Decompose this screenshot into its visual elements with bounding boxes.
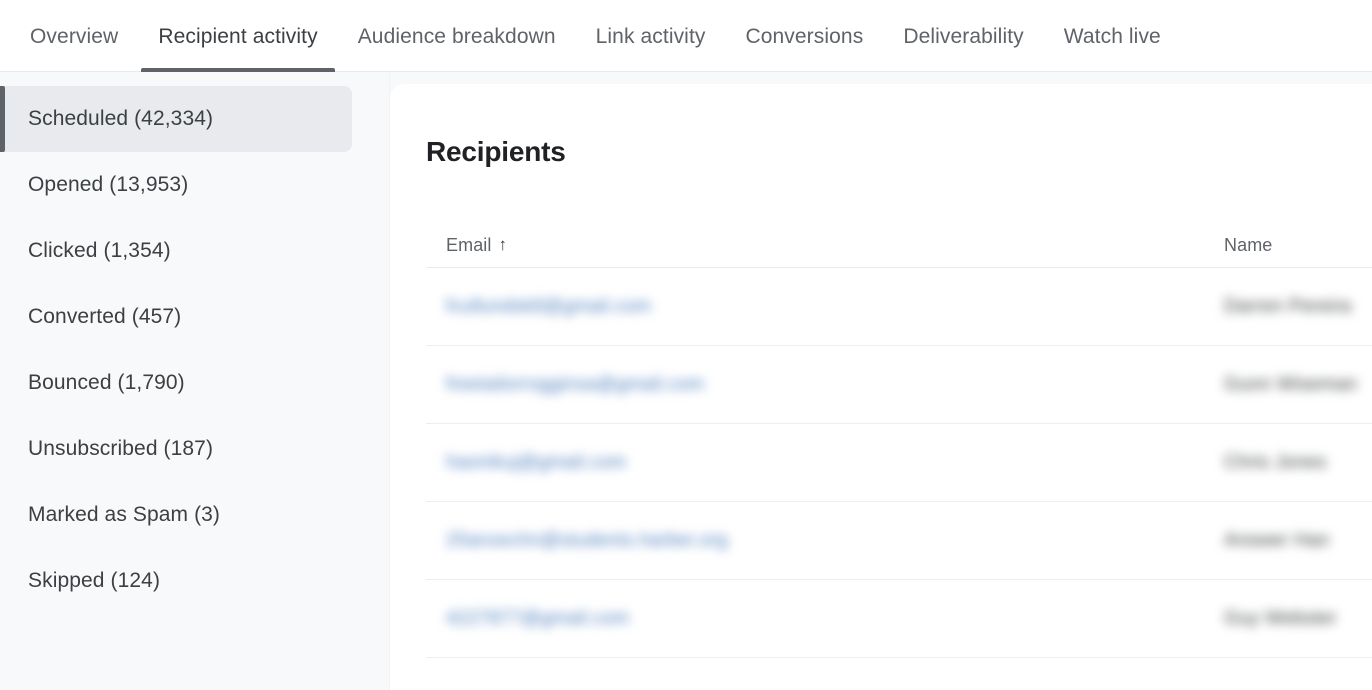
recipient-email-redacted[interactable]: fcullundsk8@gmail.com (446, 296, 651, 318)
tab-watch-live[interactable]: Watch live (1044, 0, 1181, 72)
cell-name: Guy Webster (1210, 608, 1372, 630)
recipient-activity-page: Overview Recipient activity Audience bre… (0, 0, 1372, 690)
primary-tab-bar: Overview Recipient activity Audience bre… (0, 0, 1372, 72)
sidebar-item-label: Converted (457) (28, 305, 181, 329)
sidebar-item-converted[interactable]: Converted (457) (0, 284, 352, 350)
recipient-name-redacted: Darren Pereira (1224, 296, 1351, 318)
cell-email[interactable]: 4227877@gmail.com (426, 608, 1210, 630)
tab-label: Conversions (745, 26, 863, 47)
tab-label: Audience breakdown (358, 26, 556, 47)
tab-link-activity[interactable]: Link activity (576, 0, 726, 72)
tab-label: Overview (30, 26, 118, 47)
sidebar-item-label: Skipped (124) (28, 569, 160, 593)
table-row[interactable]: 25anxechn@students.harber.org Answer Han (426, 502, 1372, 580)
table-row[interactable]: freetailorrogginsa@gmail.com Gunn Wisema… (426, 346, 1372, 424)
arrow-up-icon: ↑ (499, 236, 508, 253)
column-header-email[interactable]: Email ↑ (426, 235, 1210, 256)
sidebar-item-label: Scheduled (42,334) (28, 107, 213, 131)
recipient-name-redacted: Answer Han (1224, 530, 1330, 552)
sidebar-item-scheduled[interactable]: Scheduled (42,334) (0, 86, 352, 152)
tab-label: Watch live (1064, 26, 1161, 47)
cell-email[interactable]: fcullundsk8@gmail.com (426, 296, 1210, 318)
sidebar-item-bounced[interactable]: Bounced (1,790) (0, 350, 352, 416)
tab-audience-breakdown[interactable]: Audience breakdown (338, 0, 576, 72)
tab-label: Recipient activity (158, 26, 317, 47)
tab-conversions[interactable]: Conversions (725, 0, 883, 72)
sidebar-item-clicked[interactable]: Clicked (1,354) (0, 218, 352, 284)
cell-name: Chris Jones (1210, 452, 1372, 474)
sidebar-item-label: Marked as Spam (3) (28, 503, 220, 527)
sidebar-item-label: Clicked (1,354) (28, 239, 171, 263)
cell-email[interactable]: haonikuj@gmail.com (426, 452, 1210, 474)
sidebar-item-unsubscribed[interactable]: Unsubscribed (187) (0, 416, 352, 482)
tab-overview[interactable]: Overview (10, 0, 138, 72)
activity-filter-sidebar: Scheduled (42,334) Opened (13,953) Click… (0, 72, 390, 690)
cell-name: Answer Han (1210, 530, 1372, 552)
recipient-email-redacted[interactable]: haonikuj@gmail.com (446, 452, 626, 474)
recipients-table: Email ↑ Name fcullundsk8@gmail.com Darre… (426, 224, 1372, 658)
table-header-row: Email ↑ Name (426, 224, 1372, 268)
recipient-email-redacted[interactable]: 25anxechn@students.harber.org (446, 530, 728, 552)
sidebar-item-marked-as-spam[interactable]: Marked as Spam (3) (0, 482, 352, 548)
recipients-panel: Recipients Email ↑ Name fcullundsk (390, 84, 1372, 690)
sidebar-item-label: Opened (13,953) (28, 173, 188, 197)
column-header-name[interactable]: Name (1210, 235, 1372, 256)
column-header-label: Email (446, 235, 492, 256)
main-content: Recipients Email ↑ Name fcullundsk (390, 72, 1372, 690)
cell-name: Gunn Wiseman (1210, 374, 1372, 396)
recipient-email-redacted[interactable]: 4227877@gmail.com (446, 608, 629, 630)
tab-label: Deliverability (903, 26, 1023, 47)
tab-recipient-activity[interactable]: Recipient activity (138, 0, 337, 72)
page-title: Recipients (426, 84, 1372, 168)
cell-email[interactable]: 25anxechn@students.harber.org (426, 530, 1210, 552)
cell-name: Darren Pereira (1210, 296, 1372, 318)
recipient-email-redacted[interactable]: freetailorrogginsa@gmail.com (446, 374, 704, 396)
sidebar-item-label: Bounced (1,790) (28, 371, 185, 395)
sidebar-item-skipped[interactable]: Skipped (124) (0, 548, 352, 614)
sidebar-item-label: Unsubscribed (187) (28, 437, 213, 461)
recipient-name-redacted: Guy Webster (1224, 608, 1337, 630)
page-body: Scheduled (42,334) Opened (13,953) Click… (0, 72, 1372, 690)
column-header-label: Name (1224, 235, 1272, 256)
table-row[interactable]: haonikuj@gmail.com Chris Jones (426, 424, 1372, 502)
tab-deliverability[interactable]: Deliverability (883, 0, 1043, 72)
tab-label: Link activity (596, 26, 706, 47)
sidebar-item-opened[interactable]: Opened (13,953) (0, 152, 352, 218)
cell-email[interactable]: freetailorrogginsa@gmail.com (426, 374, 1210, 396)
table-row[interactable]: 4227877@gmail.com Guy Webster (426, 580, 1372, 658)
table-row[interactable]: fcullundsk8@gmail.com Darren Pereira (426, 268, 1372, 346)
recipient-name-redacted: Gunn Wiseman (1224, 374, 1357, 396)
recipient-name-redacted: Chris Jones (1224, 452, 1327, 474)
